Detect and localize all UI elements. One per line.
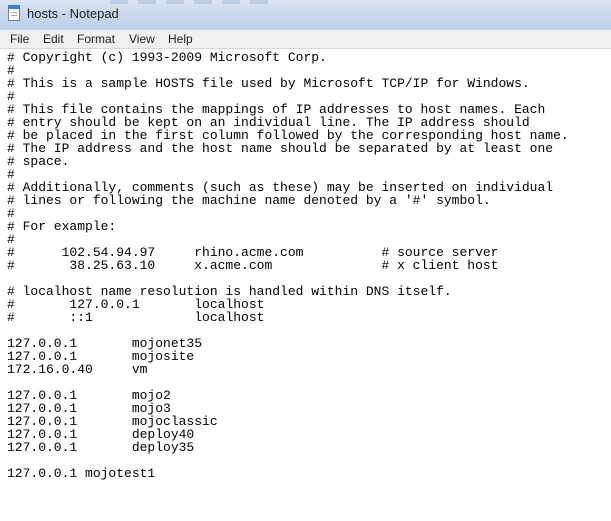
document-text[interactable]: # Copyright (c) 1993-2009 Microsoft Corp… [7, 51, 569, 480]
menu-view[interactable]: View [129, 32, 155, 46]
text-line: # For example: [7, 219, 117, 234]
text-line: # This is a sample HOSTS file used by Mi… [7, 76, 530, 91]
text-line: # The IP address and the host name shoul… [7, 141, 554, 156]
menu-format[interactable]: Format [77, 32, 115, 46]
menu-edit[interactable]: Edit [43, 32, 64, 46]
text-editor[interactable]: # Copyright (c) 1993-2009 Microsoft Corp… [0, 49, 611, 521]
text-line: # Copyright (c) 1993-2009 Microsoft Corp… [7, 50, 327, 65]
text-line: 127.0.0.1 deploy35 [7, 440, 195, 455]
menu-bar: File Edit Format View Help [0, 30, 611, 49]
title-bar[interactable]: hosts - Notepad [0, 0, 611, 30]
text-line: # ::1 localhost [7, 310, 265, 325]
notepad-window: hosts - Notepad File Edit Format View He… [0, 0, 611, 521]
text-line: # space. [7, 154, 70, 169]
menu-help[interactable]: Help [168, 32, 193, 46]
background-tab-strip [110, 0, 270, 4]
text-line: # lines or following the machine name de… [7, 193, 491, 208]
notepad-icon[interactable] [8, 5, 20, 21]
menu-file[interactable]: File [10, 32, 29, 46]
text-line: 172.16.0.40 vm [7, 362, 148, 377]
text-line: # 38.25.63.10 x.acme.com # x client host [7, 258, 499, 273]
window-title: hosts - Notepad [27, 6, 119, 21]
text-line: 127.0.0.1 mojotest1 [7, 466, 156, 481]
